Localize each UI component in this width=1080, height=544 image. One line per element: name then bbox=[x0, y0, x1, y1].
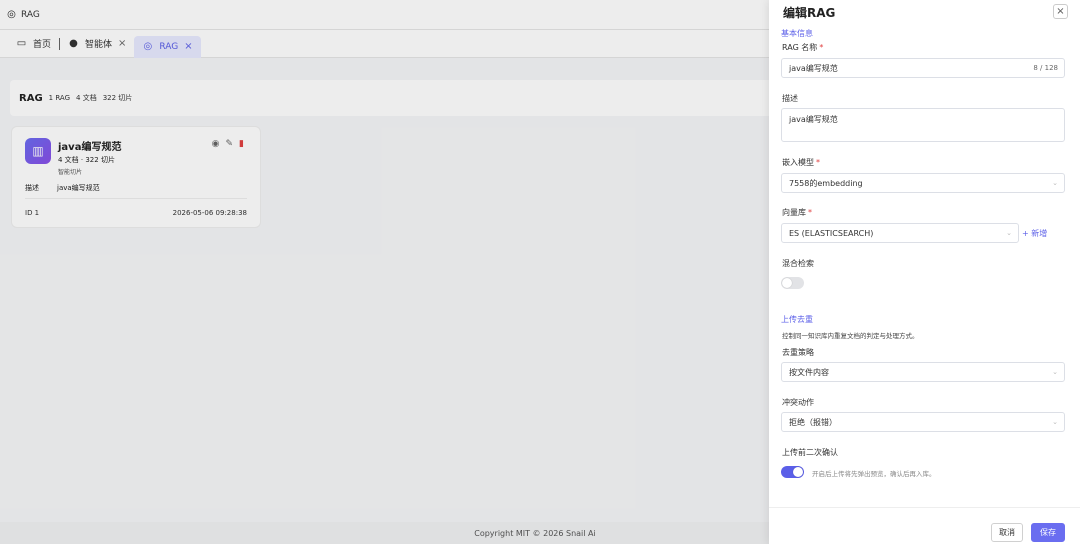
confirm-toggle[interactable] bbox=[781, 466, 804, 478]
vector-label: 向量库 * bbox=[782, 207, 812, 218]
name-char-count: 8 / 128 bbox=[1033, 64, 1058, 72]
strategy-select[interactable]: 按文件内容 ⌄ bbox=[781, 362, 1065, 382]
embed-label-text: 嵌入模型 bbox=[782, 158, 814, 167]
name-label-text: RAG 名称 bbox=[782, 43, 818, 52]
vector-select[interactable]: ES (ELASTICSEARCH) ⌄ bbox=[781, 223, 1019, 243]
name-input[interactable]: java编写规范 8 / 128 bbox=[781, 58, 1065, 78]
desc-label: 描述 bbox=[782, 94, 798, 103]
save-button[interactable]: 保存 bbox=[1031, 523, 1065, 542]
drawer-title: 编辑RAG bbox=[783, 6, 836, 20]
embed-select[interactable]: 7558的embedding ⌄ bbox=[781, 173, 1065, 193]
hybrid-toggle[interactable] bbox=[781, 277, 804, 289]
close-button[interactable]: × bbox=[1053, 4, 1068, 19]
vector-value: ES (ELASTICSEARCH) bbox=[789, 228, 874, 238]
drawer-header: 编辑RAG × bbox=[769, 0, 1080, 24]
conflict-label: 冲突动作 bbox=[782, 398, 814, 407]
chevron-down-icon: ⌄ bbox=[1052, 368, 1058, 376]
required-mark: * bbox=[808, 208, 812, 217]
chevron-down-icon: ⌄ bbox=[1006, 229, 1012, 237]
desc-value: java编写规范 bbox=[789, 115, 838, 124]
edit-rag-drawer: 编辑RAG × 基本信息 RAG 名称 * java编写规范 8 / 128 描述… bbox=[769, 0, 1080, 544]
drawer-footer: 取消 保存 bbox=[769, 507, 1080, 544]
section-basic-info: 基本信息 bbox=[781, 29, 813, 38]
desc-textarea[interactable]: java编写规范 bbox=[781, 108, 1065, 142]
required-mark: * bbox=[819, 43, 824, 52]
hybrid-label: 混合检索 bbox=[782, 259, 814, 268]
name-value: java编写规范 bbox=[789, 63, 838, 73]
conflict-value: 拒绝（报错） bbox=[789, 417, 837, 427]
required-mark: * bbox=[816, 158, 820, 167]
toggle-knob bbox=[793, 467, 803, 477]
section-dedup: 上传去重 bbox=[781, 315, 813, 324]
name-label: RAG 名称 * bbox=[782, 42, 823, 53]
add-vector-button[interactable]: + 新增 bbox=[1022, 228, 1047, 239]
modal-overlay[interactable] bbox=[0, 0, 769, 544]
toggle-knob bbox=[782, 278, 792, 288]
close-icon: × bbox=[1056, 6, 1065, 17]
vector-label-text: 向量库 bbox=[782, 208, 806, 217]
strategy-label: 去重策略 bbox=[782, 348, 814, 357]
strategy-value: 按文件内容 bbox=[789, 367, 829, 377]
dedup-help: 控制同一知识库内重复文档的判定与处理方式。 bbox=[782, 332, 919, 340]
embed-value: 7558的embedding bbox=[789, 178, 863, 188]
embed-label: 嵌入模型 * bbox=[782, 157, 820, 168]
conflict-select[interactable]: 拒绝（报错） ⌄ bbox=[781, 412, 1065, 432]
chevron-down-icon: ⌄ bbox=[1052, 418, 1058, 426]
cancel-button[interactable]: 取消 bbox=[991, 523, 1023, 542]
confirm-label: 上传前二次确认 bbox=[782, 448, 838, 457]
confirm-hint: 开启后上传将先弹出预览，确认后再入库。 bbox=[812, 470, 936, 478]
chevron-down-icon: ⌄ bbox=[1052, 179, 1058, 187]
